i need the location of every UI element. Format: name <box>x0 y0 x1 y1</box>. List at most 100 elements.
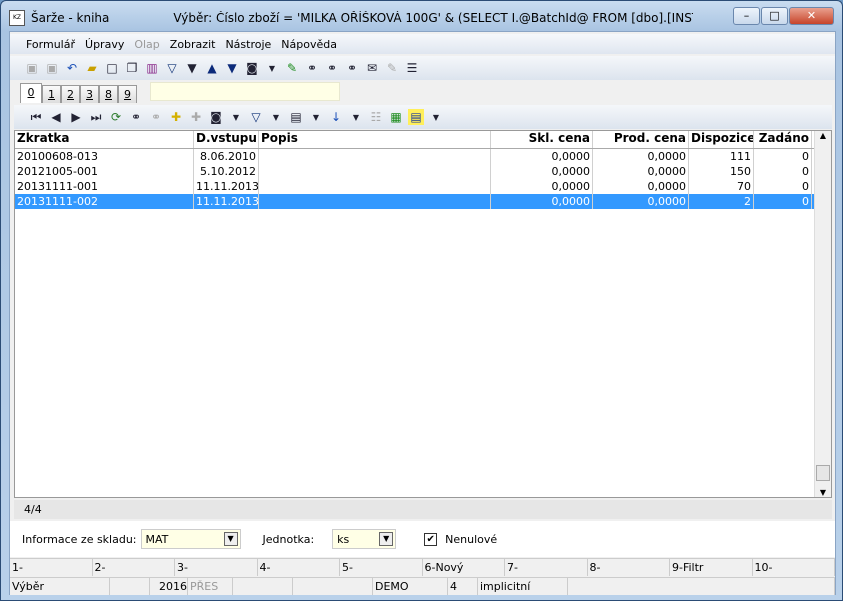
vertical-scrollbar[interactable]: ▲ ▼ <box>814 131 831 497</box>
new-document-icon[interactable]: □ <box>104 60 120 76</box>
fkey-8[interactable]: 8- <box>588 559 670 576</box>
dropdown-arrow-icon[interactable]: ▼ <box>228 109 244 125</box>
column-header[interactable]: Zkratka <box>15 131 194 148</box>
grid-header: Zkratka D.vstupu Popis Skl. cena Prod. cena D… <box>15 131 831 149</box>
tab-3[interactable]: 3 <box>80 85 99 103</box>
scroll-thumb[interactable] <box>816 465 830 481</box>
table-cell: 20100608-013 <box>15 149 194 164</box>
column-header[interactable]: D.vstupu <box>194 131 259 148</box>
fkey-2[interactable]: 2- <box>93 559 175 576</box>
table-cell: 0 <box>754 164 812 179</box>
table-row[interactable]: 20131111-001 11.11.2013 0,0000 0,0000 70 0 <box>15 179 831 194</box>
table-cell: 20131111-002 <box>15 194 194 209</box>
column-header[interactable]: Skl. cena <box>491 131 593 148</box>
fkey-6[interactable]: 6-Nový <box>423 559 505 576</box>
table-cell: 0,0000 <box>491 164 593 179</box>
info-panel: Informace ze skladu: MAT ▼ Jednotka: ks ▼ … <box>10 521 835 557</box>
menu-item-0[interactable]: Formulář <box>26 38 75 51</box>
excel-export-icon[interactable]: ▦ <box>388 109 404 125</box>
fkey-10[interactable]: 10- <box>753 559 835 576</box>
fkey-7[interactable]: 7- <box>505 559 588 576</box>
arrow-up-icon[interactable]: ▲ <box>204 60 220 76</box>
tab-2[interactable]: 2 <box>61 85 80 103</box>
column-header[interactable]: Popis <box>259 131 491 148</box>
menu-item-4[interactable]: Nástroje <box>225 38 271 51</box>
camera-icon[interactable]: ◙ <box>208 109 224 125</box>
column-header[interactable]: Dispozice <box>689 131 754 148</box>
dropdown-arrow-icon[interactable]: ▼ <box>268 109 284 125</box>
menu-item-3[interactable]: Zobrazit <box>170 38 216 51</box>
status-field: 2016 <box>150 578 188 595</box>
binoculars-icon[interactable]: ⚭ <box>304 60 320 76</box>
first-record-icon[interactable]: ⏮ <box>28 109 44 125</box>
table-row[interactable]: 20100608-013 8.06.2010 0,0000 0,0000 111 0 <box>15 149 831 164</box>
menu-lines-icon[interactable]: ☰ <box>404 60 420 76</box>
status-field <box>110 578 150 595</box>
fkey-9[interactable]: 9-Filtr <box>670 559 753 576</box>
fkey-1[interactable]: 1- <box>10 559 93 576</box>
dropdown-arrow-icon[interactable]: ▼ <box>264 60 280 76</box>
status-field: DEMO <box>373 578 448 595</box>
mail-icon[interactable]: ✉ <box>364 60 380 76</box>
tab-9[interactable]: 9 <box>118 85 137 103</box>
find-prev-icon[interactable]: ⚭ <box>324 60 340 76</box>
next-record-icon[interactable]: ▶ <box>68 109 84 125</box>
refresh-icon[interactable]: ⟳ <box>108 109 124 125</box>
nonzero-checkbox[interactable]: ✔ <box>424 532 438 546</box>
fkey-5[interactable]: 5- <box>340 559 423 576</box>
fkey-3[interactable]: 3- <box>175 559 258 576</box>
columns-icon[interactable]: ▤ <box>288 109 304 125</box>
chevron-down-icon[interactable]: ▼ <box>379 532 394 546</box>
table-cell: 0,0000 <box>593 149 689 164</box>
search-icon[interactable]: ⚭ <box>128 109 144 125</box>
tab-0[interactable]: 0 <box>20 83 42 103</box>
remove-icon: ✚ <box>190 110 202 124</box>
dropdown-arrow-icon[interactable]: ▼ <box>428 109 444 125</box>
copy-icon[interactable]: ❐ <box>124 60 140 76</box>
function-keys-bar: 1- 2- 3- 4- 5- 6-Nový 7- 8- 9-Filtr 10- <box>10 558 835 576</box>
table-cell: 70 <box>689 179 754 194</box>
menu-item-1[interactable]: Úpravy <box>85 38 124 51</box>
fkey-4[interactable]: 4- <box>258 559 340 576</box>
filter-icon[interactable]: ▽ <box>164 60 180 76</box>
table-row[interactable]: 20131111-002 11.11.2013 0,0000 0,0000 2 0 <box>15 194 831 209</box>
menu-bar: Formulář Úpravy Olap Zobrazit Nástroje Nápově… <box>10 34 835 54</box>
dropdown-arrow-icon[interactable]: ▼ <box>308 109 324 125</box>
save-as-icon[interactable]: ▣ <box>44 60 60 76</box>
arrow-down-icon[interactable]: ▼ <box>224 60 240 76</box>
main-toolbar: ▣ ▣ ↶ ▰ □ ❐ ▥ ▽ ▼ ▲ ▼ ◙ ▼ ✎ ⚭ ⚭ ⚭ ✉ ✎ ☰ <box>10 56 835 80</box>
close-button[interactable]: ✕ <box>789 7 834 25</box>
unit-select[interactable]: ks ▼ <box>332 529 397 549</box>
prev-record-icon[interactable]: ◀ <box>48 109 64 125</box>
maximize-button[interactable]: □ <box>761 7 788 25</box>
filter-list-icon[interactable]: ▼ <box>184 60 200 76</box>
sort-icon[interactable]: ↓ <box>328 109 344 125</box>
chevron-down-icon[interactable]: ▼ <box>223 532 238 546</box>
column-header[interactable]: Prod. cena <box>593 131 689 148</box>
dropdown-arrow-icon[interactable]: ▼ <box>348 109 364 125</box>
minimize-button[interactable]: – <box>733 7 760 25</box>
add-icon[interactable]: ✚ <box>168 109 184 125</box>
table-cell: 8.06.2010 <box>194 149 259 164</box>
save-icon[interactable]: ▣ <box>24 60 40 76</box>
last-record-icon[interactable]: ⏭ <box>88 109 104 125</box>
status-bar: Výběr 2016 PŘES DEMO 4 implicitní <box>10 577 835 595</box>
excel-icon[interactable]: ✎ <box>284 60 300 76</box>
table-cell <box>259 194 491 209</box>
tab-8[interactable]: 8 <box>99 85 118 103</box>
book-icon[interactable]: ▥ <box>144 60 160 76</box>
column-header[interactable]: Zadáno <box>754 131 812 148</box>
tab-1[interactable]: 1 <box>42 85 61 103</box>
table-row[interactable]: 20121005-001 5.10.2012 0,0000 0,0000 150 0 <box>15 164 831 179</box>
open-folder-icon[interactable]: ▰ <box>84 60 100 76</box>
table-cell <box>259 164 491 179</box>
filter-icon[interactable]: ▽ <box>248 109 264 125</box>
find-next-icon[interactable]: ⚭ <box>344 60 360 76</box>
undo-icon[interactable]: ↶ <box>64 60 80 76</box>
report-icon[interactable]: ▤ <box>408 109 424 125</box>
edit-icon[interactable]: ✎ <box>384 60 400 76</box>
warehouse-select[interactable]: MAT ▼ <box>140 529 241 549</box>
camera-icon[interactable]: ◙ <box>244 60 260 76</box>
menu-item-5[interactable]: Nápověda <box>281 38 337 51</box>
info-box <box>150 82 340 101</box>
